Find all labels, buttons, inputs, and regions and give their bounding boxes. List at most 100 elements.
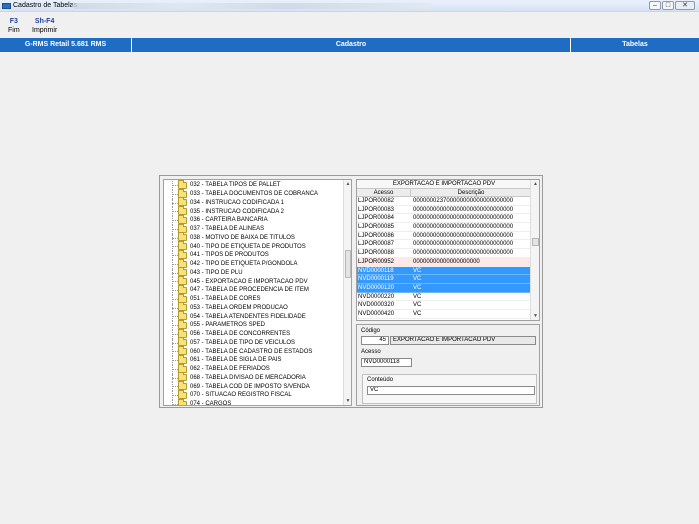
- tree-item[interactable]: 042 - TIPO DE ETIQUETA P/GONDOLA: [164, 258, 344, 269]
- tree-item[interactable]: 056 - TABELA DE CONCORRENTES: [164, 328, 344, 339]
- conteudo-field[interactable]: VC: [367, 386, 535, 395]
- tree-connector: [164, 224, 178, 234]
- exit-label: Fim: [8, 27, 20, 34]
- grid-scrollbar[interactable]: ▲ ▼: [530, 180, 539, 320]
- tree-item[interactable]: 055 - PARAMETROS SPED: [164, 319, 344, 330]
- tree-item[interactable]: 057 - TABELA DE TIPO DE VEICULOS: [164, 337, 344, 348]
- cell-acesso: NVD0000220: [358, 293, 395, 300]
- tree-item[interactable]: 068 - TABELA DIVISAO DE MERCADORIA: [164, 372, 344, 383]
- tree-item[interactable]: 070 - SITUACAO REGISTRO FISCAL: [164, 389, 344, 400]
- tree-connector: [164, 242, 178, 251]
- tree-connector: [164, 251, 178, 260]
- codigo-field[interactable]: 45: [361, 336, 389, 345]
- tree-item[interactable]: 045 - EXPORTACAO E IMPORTACAO PDV: [164, 276, 344, 286]
- grid-title: EXPORTACAO E IMPORTACAO PDV: [357, 180, 531, 189]
- tree-item-label: 043 - TIPO DE PLU: [190, 269, 243, 276]
- codigo-description-field: EXPORTACAO E IMPORTACAO PDV: [390, 336, 536, 345]
- table-row[interactable]: LJPOR00083 000000000000000000000000000000: [357, 206, 531, 215]
- tree-item[interactable]: 060 - TABELA DE CADASTRO DE ESTADOS: [164, 346, 344, 356]
- tree-item[interactable]: 037 - TABELA DE ALINEAS: [164, 223, 344, 234]
- codigo-label: Código: [361, 328, 381, 334]
- tree-item[interactable]: 041 - TIPOS DE PRODUTOS: [164, 249, 344, 260]
- scroll-up-icon[interactable]: ▲: [344, 180, 351, 188]
- tree-item[interactable]: 036 - CARTEIRA BANCARIA: [164, 214, 344, 225]
- cell-descricao: VC: [413, 293, 422, 300]
- close-button[interactable]: ✕: [675, 1, 695, 10]
- cell-descricao: VC: [413, 267, 422, 274]
- cell-acesso: LJPOR00084: [358, 215, 395, 222]
- table-row[interactable]: NVD0000120 VC: [357, 283, 531, 293]
- tree-connector: [164, 312, 178, 321]
- table-row[interactable]: LJPOR00952 00000000000000000000: [357, 257, 531, 267]
- app-name: G-RMS Retail 5.681 RMS: [0, 38, 132, 52]
- tree-item[interactable]: 051 - TABELA DE CORES: [164, 293, 344, 304]
- scroll-down-icon[interactable]: ▼: [344, 397, 351, 405]
- table-row[interactable]: LJPOR00082 000000023700000000000000000000: [357, 197, 531, 206]
- table-row[interactable]: NVD0000420 VC: [357, 310, 531, 319]
- header-band: G-RMS Retail 5.681 RMS Cadastro Tabelas: [0, 38, 699, 52]
- tree-item-label: 069 - TABELA COD DE IMPOSTO S/VENDA: [190, 383, 310, 390]
- table-row[interactable]: NVD0000220 VC: [357, 293, 531, 302]
- table-row[interactable]: LJPOR00084 000000000000000000000000000000: [357, 214, 531, 224]
- tree-item-label: 062 - TABELA DE FERIADOS: [190, 366, 270, 373]
- cell-acesso: NVD0000119: [358, 276, 394, 283]
- tree-item[interactable]: 032 - TABELA TIPOS DE PALLET: [164, 180, 344, 190]
- tree-connector: [164, 207, 178, 216]
- tree-item[interactable]: 069 - TABELA COD DE IMPOSTO S/VENDA: [164, 381, 344, 391]
- table-row[interactable]: LJPOR00085 000000000000000000000000000000: [357, 223, 531, 232]
- cell-descricao: 00000000000000000000: [413, 258, 480, 265]
- maximize-button[interactable]: □: [662, 1, 674, 10]
- exit-button[interactable]: F3 Fim: [8, 17, 20, 35]
- tree-connector: [164, 286, 178, 295]
- tree-item[interactable]: 053 - TABELA ORDEM PRODUCAO: [164, 302, 344, 313]
- minimize-button[interactable]: –: [649, 1, 661, 10]
- tree-item-label: 038 - MOTIVO DE BAIXA DE TITULOS: [190, 234, 295, 241]
- cell-descricao: VC: [413, 276, 422, 283]
- tree-item-label: 054 - TABELA ATENDENTES FIDELIDADE: [190, 313, 306, 320]
- table-row[interactable]: LJPOR00086 000000000000000000000000000000: [357, 232, 531, 241]
- table-row[interactable]: NVD0000320 VC: [357, 301, 531, 310]
- table-row[interactable]: LJPOR00088 000000000000000000000000000000: [357, 249, 531, 258]
- grid-scroll-thumb[interactable]: [532, 238, 539, 246]
- tree-connector: [164, 181, 178, 190]
- tree-item[interactable]: 040 - TIPO DE ETIQUETA DE PRODUTOS: [164, 241, 344, 251]
- cell-acesso: NVD0000320: [358, 302, 395, 309]
- tree-item[interactable]: 054 - TABELA ATENDENTES FIDELIDADE: [164, 311, 344, 321]
- column-header-acesso[interactable]: Acesso: [357, 189, 411, 196]
- tree-item[interactable]: 043 - TIPO DE PLU: [164, 267, 344, 278]
- tree-item[interactable]: 038 - MOTIVO DE BAIXA DE TITULOS: [164, 232, 344, 243]
- tree-item-label: 032 - TABELA TIPOS DE PALLET: [190, 182, 281, 189]
- cell-acesso: LJPOR00087: [358, 241, 395, 248]
- tree-item[interactable]: 061 - TABELA DE SIGLA DE PAIS: [164, 354, 344, 365]
- cell-acesso: LJPOR00952: [358, 258, 395, 265]
- scroll-down-icon[interactable]: ▼: [531, 312, 539, 320]
- tree-scroll-thumb[interactable]: [345, 250, 351, 278]
- tree-item-label: 036 - CARTEIRA BANCARIA: [190, 217, 268, 224]
- tree-scrollbar[interactable]: ▲ ▼: [343, 180, 351, 405]
- cell-descricao: 000000000000000000000000000000: [413, 215, 514, 222]
- cell-acesso: LJPOR00082: [358, 198, 395, 204]
- column-header-descricao[interactable]: Descrição: [411, 189, 531, 196]
- cell-descricao: 000000000000000000000000000000: [413, 241, 514, 248]
- tree-item[interactable]: 033 - TABELA DOCUMENTOS DE COBRANCA: [164, 188, 344, 199]
- cell-descricao: 000000000000000000000000000000: [413, 206, 514, 213]
- scroll-up-icon[interactable]: ▲: [531, 180, 539, 188]
- tree-item[interactable]: 047 - TABELA DE PROCEDENCIA DE ITEM: [164, 284, 344, 295]
- tree-connector: [164, 268, 178, 278]
- tree-item[interactable]: 034 - INSTRUCAO CODIFICADA 1: [164, 197, 344, 208]
- tree-item[interactable]: 035 - INSTRUCAO CODIFICADA 2: [164, 206, 344, 216]
- acesso-field[interactable]: NVD0000118: [361, 358, 412, 367]
- table-tree[interactable]: 032 - TABELA TIPOS DE PALLET 033 - TABELA…: [163, 179, 352, 406]
- tree-item[interactable]: 074 - CARGOS: [164, 398, 344, 405]
- tree-list: 032 - TABELA TIPOS DE PALLET 033 - TABELA…: [164, 180, 344, 405]
- tree-connector: [164, 321, 178, 330]
- tree-item[interactable]: 062 - TABELA DE FERIADOS: [164, 363, 344, 374]
- tree-connector: [164, 303, 178, 313]
- print-button[interactable]: Sh-F4 Imprimir: [32, 17, 57, 35]
- tables-panel: 032 - TABELA TIPOS DE PALLET 033 - TABELA…: [159, 175, 543, 408]
- table-row[interactable]: LJPOR00087 000000000000000000000000000000: [357, 240, 531, 250]
- table-row[interactable]: NVD0000119 VC: [357, 275, 531, 284]
- cell-descricao: 000000000000000000000000000000: [413, 250, 514, 257]
- tree-connector: [164, 329, 178, 339]
- table-row[interactable]: NVD0000118 VC: [357, 266, 531, 276]
